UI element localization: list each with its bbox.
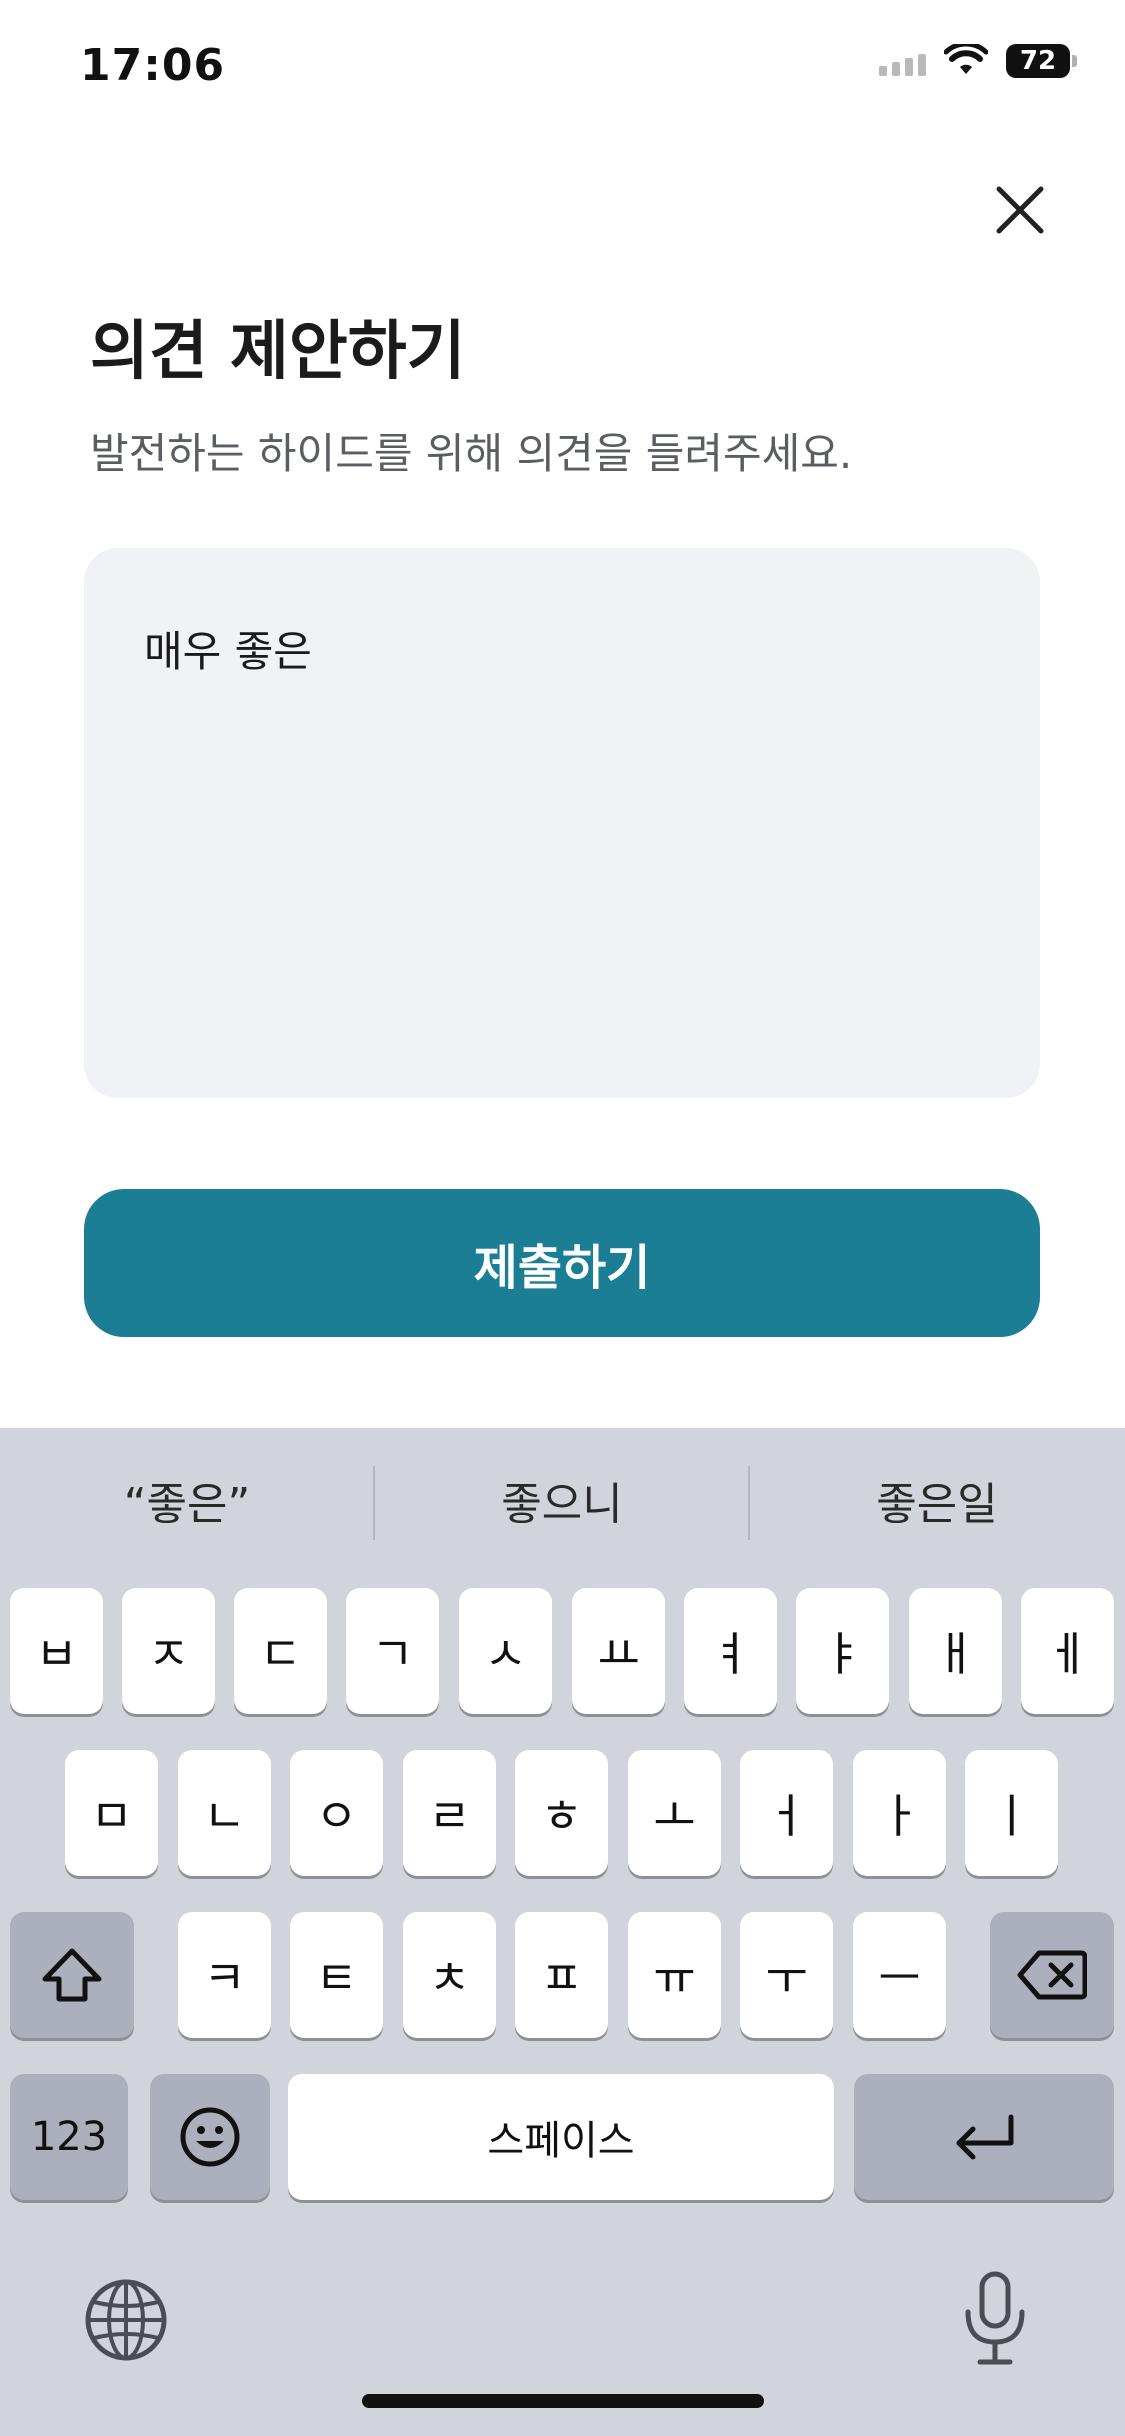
return-key[interactable] (854, 2074, 1114, 2200)
key[interactable]: ㅂ (10, 1588, 103, 1714)
wifi-icon (944, 44, 988, 74)
key[interactable]: ㅜ (740, 1912, 833, 2038)
key[interactable]: ㅡ (853, 1912, 946, 2038)
key[interactable]: ㅇ (290, 1750, 383, 1876)
space-key[interactable]: 스페이스 (288, 2074, 834, 2200)
key[interactable]: ㅐ (909, 1588, 1002, 1714)
key[interactable]: ㅏ (853, 1750, 946, 1876)
battery-level: 72 (1006, 44, 1070, 78)
shift-key[interactable] (10, 1912, 134, 2038)
return-icon (956, 2114, 1014, 2160)
page-title: 의견 제안하기 (90, 315, 466, 389)
numbers-key[interactable]: 123 (10, 2074, 128, 2200)
status-indicators: 72 (879, 44, 1077, 78)
key[interactable]: ㅈ (122, 1588, 215, 1714)
cellular-signal-icon (879, 46, 926, 76)
key[interactable]: ㅍ (515, 1912, 608, 2038)
key[interactable]: ㅓ (740, 1750, 833, 1876)
suggestion-2[interactable]: 좋으니 (375, 1468, 749, 1532)
key[interactable]: ㄷ (234, 1588, 327, 1714)
key[interactable]: ㅗ (628, 1750, 721, 1876)
key[interactable]: ㄹ (403, 1750, 496, 1876)
home-indicator (362, 2394, 764, 2408)
key[interactable]: ㄱ (346, 1588, 439, 1714)
feedback-textarea[interactable]: 매우 좋은 (84, 548, 1040, 1098)
suggestion-bar: “좋은” 좋으니 좋은일 (0, 1428, 1125, 1573)
key[interactable]: ㅕ (684, 1588, 777, 1714)
status-time: 17:06 (80, 40, 226, 91)
key[interactable]: ㅌ (290, 1912, 383, 2038)
key[interactable]: ㄴ (178, 1750, 271, 1876)
key[interactable]: ㅛ (572, 1588, 665, 1714)
keyboard: “좋은” 좋으니 좋은일 ㅂ ㅈ ㄷ ㄱ ㅅ ㅛ ㅕ ㅑ ㅐ ㅔ ㅁ ㄴ ㅇ ㄹ… (0, 1428, 1125, 2436)
shift-icon (42, 1948, 102, 2002)
backspace-key[interactable] (990, 1912, 1114, 2038)
backspace-icon (1017, 1950, 1087, 2000)
emoji-key[interactable] (150, 2074, 270, 2200)
close-button[interactable] (985, 175, 1055, 245)
emoji-icon (180, 2107, 240, 2167)
page-subtitle: 발전하는 하이드를 위해 의견을 들려주세요. (90, 429, 853, 478)
microphone-icon (965, 2271, 1025, 2365)
submit-button[interactable]: 제출하기 (84, 1189, 1040, 1337)
feedback-text: 매우 좋은 (144, 627, 312, 676)
globe-icon (85, 2279, 167, 2361)
microphone-button[interactable] (960, 2268, 1030, 2368)
key[interactable]: ㅑ (796, 1588, 889, 1714)
key[interactable]: ㅎ (515, 1750, 608, 1876)
globe-button[interactable] (82, 2276, 170, 2364)
suggestion-1[interactable]: “좋은” (0, 1468, 374, 1532)
key[interactable]: ㅅ (459, 1588, 552, 1714)
key[interactable]: ㅠ (628, 1912, 721, 2038)
close-icon (996, 186, 1044, 234)
key[interactable]: ㅋ (178, 1912, 271, 2038)
key[interactable]: ㅊ (403, 1912, 496, 2038)
suggestion-3[interactable]: 좋은일 (750, 1468, 1124, 1532)
key[interactable]: ㅔ (1021, 1588, 1114, 1714)
key[interactable]: ㅁ (65, 1750, 158, 1876)
key[interactable]: ㅣ (965, 1750, 1058, 1876)
battery-icon: 72 (1006, 44, 1077, 78)
